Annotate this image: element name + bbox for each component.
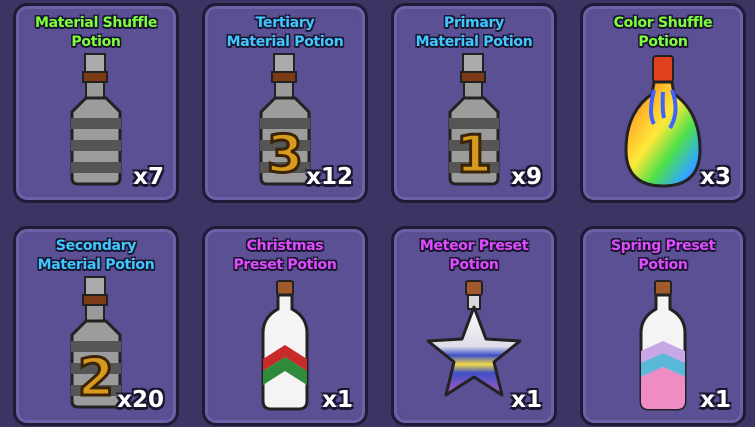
item-count: x20 bbox=[117, 387, 164, 413]
item-name: Spring Preset Potion bbox=[611, 238, 715, 273]
item-count: x1 bbox=[511, 387, 542, 413]
svg-text:1: 1 bbox=[456, 125, 492, 185]
item-card-secondary-material-potion[interactable]: Secondary Material Potion 2 x20 bbox=[13, 226, 179, 426]
item-name: Color Shuffle Potion bbox=[613, 15, 713, 50]
item-name: Secondary Material Potion bbox=[37, 238, 155, 273]
item-card-meteor-preset-potion[interactable]: Meteor Preset Potion x1 bbox=[391, 226, 557, 426]
item-count: x9 bbox=[511, 164, 542, 190]
spring-bottle-icon bbox=[639, 280, 687, 411]
item-count: x12 bbox=[306, 164, 353, 190]
item-count: x3 bbox=[700, 164, 731, 190]
svg-text:3: 3 bbox=[267, 125, 303, 185]
item-name: Christmas Preset Potion bbox=[233, 238, 337, 273]
item-name: Meteor Preset Potion bbox=[419, 238, 529, 273]
item-name: Material Shuffle Potion bbox=[34, 15, 158, 50]
item-name: Primary Material Potion bbox=[415, 15, 533, 50]
item-count: x1 bbox=[700, 387, 731, 413]
inventory-grid: Material Shuffle Potion x7 Tertiary Mate… bbox=[0, 0, 755, 427]
item-count: x7 bbox=[133, 164, 164, 190]
item-card-color-shuffle-potion[interactable]: Color Shuffle Potion x3 bbox=[580, 3, 746, 203]
svg-text:2: 2 bbox=[78, 348, 114, 408]
item-count: x1 bbox=[322, 387, 353, 413]
bottle-1-icon: 1 bbox=[448, 53, 500, 187]
item-card-tertiary-material-potion[interactable]: Tertiary Material Potion 3 x12 bbox=[202, 3, 368, 203]
item-card-primary-material-potion[interactable]: Primary Material Potion 1 x9 bbox=[391, 3, 557, 203]
christmas-bottle-icon bbox=[261, 280, 309, 411]
striped-bottle-icon bbox=[70, 53, 122, 186]
item-card-christmas-preset-potion[interactable]: Christmas Preset Potion x1 bbox=[202, 226, 368, 426]
rainbow-flask-icon bbox=[624, 55, 702, 188]
item-name: Tertiary Material Potion bbox=[226, 15, 344, 50]
item-card-spring-preset-potion[interactable]: Spring Preset Potion x1 bbox=[580, 226, 746, 426]
item-card-material-shuffle-potion[interactable]: Material Shuffle Potion x7 bbox=[13, 3, 179, 203]
